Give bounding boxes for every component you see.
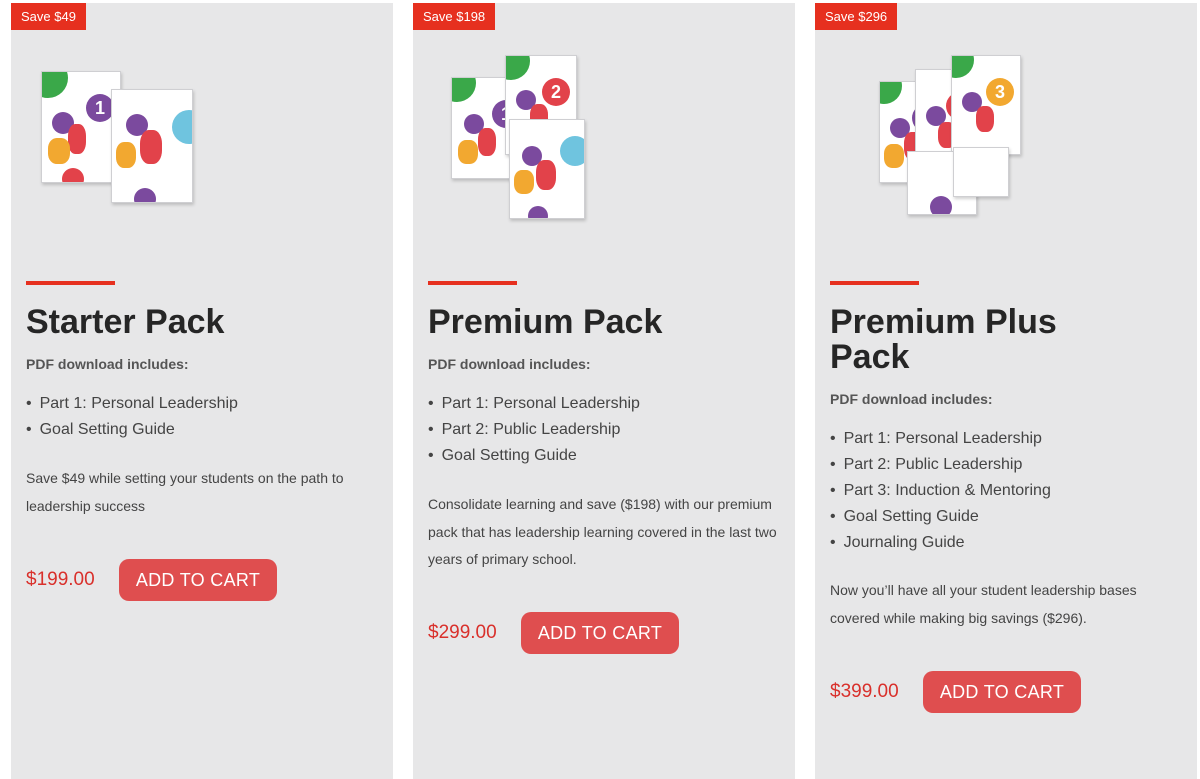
save-badge: Save $296 <box>815 3 898 30</box>
includes-label: PDF download includes: <box>26 356 189 372</box>
includes-label: PDF download includes: <box>830 391 993 407</box>
list-item: Goal Setting Guide <box>428 443 640 469</box>
list-item: Goal Setting Guide <box>26 417 238 443</box>
feature-list: Part 1: Personal Leadership Goal Setting… <box>26 391 238 443</box>
product-price: $199.00 <box>26 569 95 590</box>
accent-bar <box>428 281 517 285</box>
product-title: Starter Pack <box>26 303 225 341</box>
product-card-premium: Save $198 1 2 Premium Pack PDF download … <box>413 3 795 779</box>
product-description: Consolidate learning and save ($198) wit… <box>428 496 777 567</box>
product-image[interactable]: 1 2 <box>441 51 631 231</box>
product-price: $299.00 <box>428 622 497 643</box>
product-title: Premium Plus Pack <box>830 303 1057 376</box>
list-item: Part 2: Public Leadership <box>428 417 640 443</box>
list-item: Part 1: Personal Leadership <box>830 426 1051 452</box>
list-item: Part 1: Personal Leadership <box>26 391 238 417</box>
product-card-starter: Save $49 1 Starter Pack PDF download inc… <box>11 3 393 779</box>
product-description: Save $49 while setting your students on … <box>26 470 344 514</box>
list-item: Part 3: Induction & Mentoring <box>830 478 1051 504</box>
add-to-cart-button[interactable]: ADD TO CART <box>923 671 1081 713</box>
save-badge: Save $49 <box>11 3 86 30</box>
accent-bar <box>26 281 115 285</box>
product-image[interactable]: 1 <box>39 51 229 231</box>
product-image[interactable]: 1 2 3 <box>843 51 1033 231</box>
list-item: Journaling Guide <box>830 530 1051 556</box>
accent-bar <box>830 281 919 285</box>
product-title: Premium Pack <box>428 303 663 341</box>
product-description: Now you’ll have all your student leaders… <box>830 582 1137 626</box>
add-to-cart-button[interactable]: ADD TO CART <box>521 612 679 654</box>
product-price: $399.00 <box>830 681 899 702</box>
list-item: Part 1: Personal Leadership <box>428 391 640 417</box>
product-card-premium-plus: Save $296 1 2 3 Premium Plus Pack PDF do… <box>815 3 1197 779</box>
list-item: Part 2: Public Leadership <box>830 452 1051 478</box>
feature-list: Part 1: Personal Leadership Part 2: Publ… <box>830 426 1051 556</box>
includes-label: PDF download includes: <box>428 356 591 372</box>
save-badge: Save $198 <box>413 3 496 30</box>
add-to-cart-button[interactable]: ADD TO CART <box>119 559 277 601</box>
feature-list: Part 1: Personal Leadership Part 2: Publ… <box>428 391 640 469</box>
list-item: Goal Setting Guide <box>830 504 1051 530</box>
